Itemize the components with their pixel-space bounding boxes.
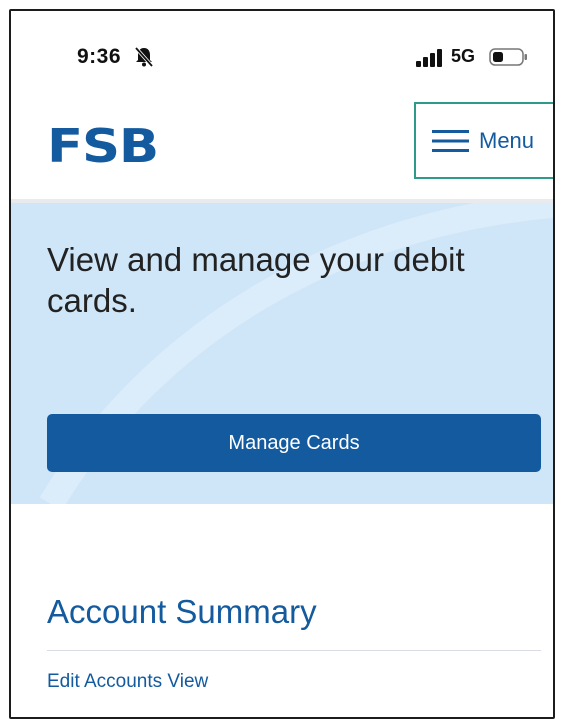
status-bar: 9:36 5G (11, 11, 553, 99)
manage-cards-button[interactable]: Manage Cards (47, 414, 541, 472)
menu-label: Menu (479, 127, 535, 153)
network-type: 5G (451, 46, 476, 66)
edit-accounts-view-link[interactable]: Edit Accounts View (47, 671, 208, 693)
debit-cards-banner: View and manage your debit cards. Manage… (11, 203, 553, 504)
fsb-logo[interactable]: FSB (47, 119, 159, 173)
cellular-signal-icon (416, 49, 442, 67)
banner-title: View and manage your debit cards. (47, 241, 465, 319)
battery-icon (489, 48, 527, 66)
status-time: 9:36 (77, 45, 122, 68)
hamburger-icon (432, 129, 469, 152)
site-header: FSB Menu (11, 99, 553, 199)
menu-button[interactable]: Menu (414, 102, 553, 179)
account-summary-title: Account Summary (47, 593, 317, 630)
phone-screen: 9:36 5G FSB Menu View and manage your de… (9, 9, 555, 719)
section-divider (47, 650, 541, 651)
bell-slash-icon (134, 46, 154, 68)
